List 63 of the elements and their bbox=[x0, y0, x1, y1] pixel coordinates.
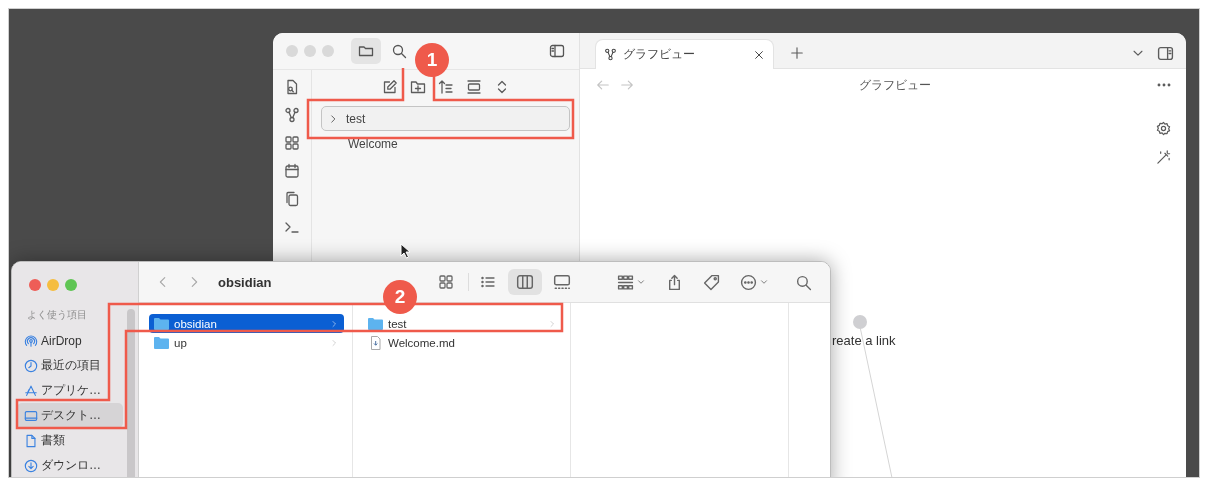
new-folder-icon[interactable] bbox=[409, 79, 426, 95]
settings-icon[interactable] bbox=[1156, 121, 1171, 136]
folder-icon bbox=[368, 317, 383, 330]
display-icon bbox=[24, 408, 38, 423]
tag-icon bbox=[703, 273, 721, 291]
document-icon bbox=[24, 433, 38, 448]
close-icon[interactable] bbox=[753, 48, 765, 61]
gallery-icon bbox=[553, 273, 572, 291]
copy-icon[interactable] bbox=[284, 191, 300, 207]
grid-icon[interactable] bbox=[284, 135, 300, 151]
sidebar-icon[interactable] bbox=[1157, 44, 1174, 62]
file-row[interactable]: Welcome.md bbox=[363, 333, 562, 352]
node-label: reate a link bbox=[832, 333, 896, 348]
sidebar-item[interactable]: 書類 bbox=[17, 428, 123, 453]
file-tree-item[interactable]: Welcome bbox=[321, 131, 570, 156]
graph-icon[interactable] bbox=[284, 107, 300, 123]
sort-icon[interactable] bbox=[437, 79, 454, 95]
columns-icon bbox=[516, 273, 535, 291]
sidebar-item[interactable]: AirDrop bbox=[17, 328, 123, 353]
close-button[interactable] bbox=[29, 279, 41, 291]
file-row[interactable]: up bbox=[149, 333, 344, 352]
sidebar-item[interactable]: 最近の項目 bbox=[17, 353, 123, 378]
chevron-right-icon bbox=[548, 319, 556, 328]
file-tree-item[interactable]: test bbox=[321, 106, 570, 131]
chevron-right-icon bbox=[328, 113, 338, 124]
chevron-right-icon bbox=[330, 338, 338, 347]
folder-icon bbox=[154, 317, 169, 330]
file-row[interactable]: test bbox=[363, 314, 562, 333]
download-icon bbox=[24, 458, 38, 473]
sidebar-item[interactable]: デスクト… bbox=[17, 403, 123, 428]
scrollbar[interactable] bbox=[127, 309, 135, 477]
column-view-button[interactable] bbox=[508, 269, 543, 295]
group-icon bbox=[617, 273, 635, 291]
graph-icon bbox=[604, 48, 617, 61]
search-icon bbox=[795, 273, 812, 291]
airdrop-icon bbox=[24, 333, 38, 348]
tab[interactable]: グラフビュー bbox=[595, 39, 774, 69]
caret-icon bbox=[636, 277, 647, 287]
mouse-pointer-icon bbox=[400, 243, 411, 259]
list-icon bbox=[480, 274, 497, 290]
collapse-icon[interactable] bbox=[465, 79, 482, 95]
document-search-icon[interactable] bbox=[284, 79, 300, 95]
chevron-right-icon bbox=[330, 319, 338, 328]
calendar-icon[interactable] bbox=[284, 163, 300, 179]
new-note-icon[interactable] bbox=[381, 79, 398, 95]
window-title: obsidian bbox=[218, 274, 272, 290]
caret-icon bbox=[759, 277, 770, 287]
files-button[interactable] bbox=[351, 38, 381, 64]
sidebar-item[interactable]: アプリケ… bbox=[17, 378, 123, 403]
file-icon bbox=[368, 335, 383, 350]
folder-icon bbox=[154, 336, 169, 349]
more-icon bbox=[740, 273, 758, 291]
folder-icon bbox=[358, 43, 374, 59]
search-icon bbox=[391, 43, 407, 59]
grid-icon bbox=[438, 274, 455, 290]
view-title: グラフビュー bbox=[858, 76, 932, 94]
magic-wand-icon[interactable] bbox=[1156, 150, 1171, 165]
apps-icon bbox=[24, 383, 38, 398]
sidebar-icon bbox=[549, 43, 565, 59]
sidebar-item[interactable]: ダウンロ… bbox=[17, 453, 123, 477]
graph-node[interactable] bbox=[853, 315, 867, 329]
clock-icon bbox=[24, 358, 38, 373]
sidebar-heading: よく使う項目 bbox=[26, 308, 88, 322]
